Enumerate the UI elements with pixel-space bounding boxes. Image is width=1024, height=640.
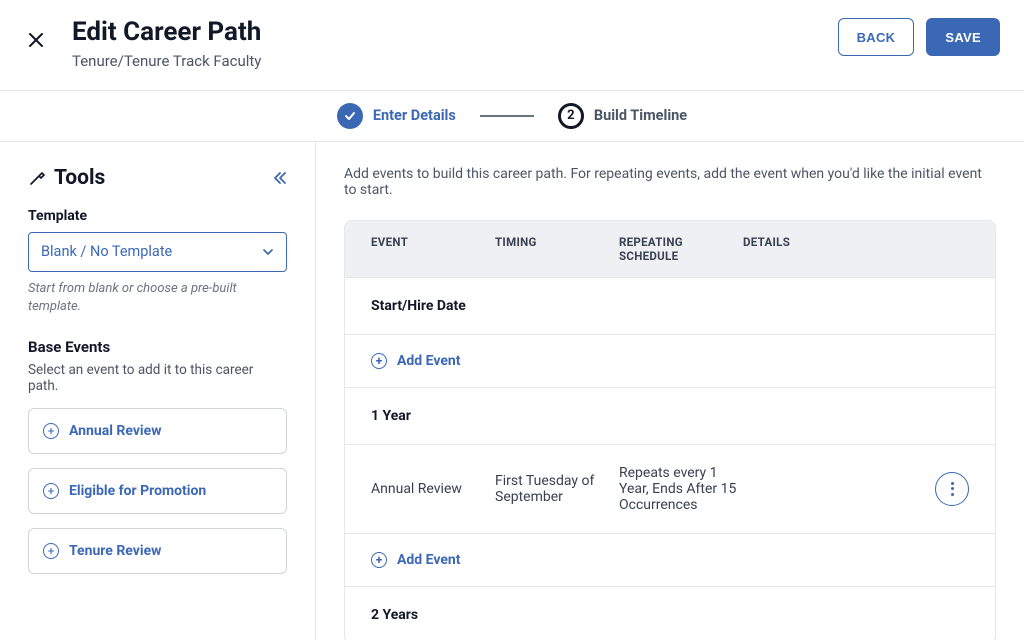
step-enter-details[interactable]: Enter Details	[337, 103, 456, 129]
section-label: Start/Hire Date	[371, 298, 969, 314]
tools-title: Tools	[28, 166, 105, 190]
title-block: Edit Career Path Tenure/Tenure Track Fac…	[72, 18, 838, 70]
plus-circle-icon: +	[371, 552, 387, 568]
base-event-tenure-review[interactable]: + Tenure Review	[28, 528, 287, 574]
step-connector	[480, 115, 534, 117]
template-value: Blank / No Template	[41, 243, 172, 260]
section-label: 1 Year	[371, 408, 969, 424]
section-2-years: 2 Years	[345, 586, 995, 640]
close-button[interactable]	[24, 28, 48, 52]
body: Tools Template Blank / No Template Start…	[0, 142, 1024, 640]
template-select[interactable]: Blank / No Template	[28, 232, 287, 272]
add-event-label: Add Event	[397, 552, 461, 568]
back-button[interactable]: BACK	[838, 18, 915, 56]
col-event: EVENT	[371, 235, 495, 263]
plus-circle-icon: +	[43, 543, 59, 559]
tools-title-text: Tools	[54, 166, 105, 190]
col-schedule: REPEATING SCHEDULE	[619, 235, 743, 263]
step-label: Build Timeline	[594, 107, 687, 124]
page-title: Edit Career Path	[72, 18, 838, 48]
save-button[interactable]: SAVE	[926, 18, 1000, 56]
base-event-label: Annual Review	[69, 423, 161, 439]
instructions: Add events to build this career path. Fo…	[344, 166, 996, 198]
base-events-label: Base Events	[28, 338, 287, 356]
header-actions: BACK SAVE	[838, 18, 1000, 56]
timeline-table: EVENT TIMING REPEATING SCHEDULE DETAILS …	[344, 220, 996, 640]
cell-timing: First Tuesday of September	[495, 473, 619, 505]
col-timing: TIMING	[495, 235, 619, 263]
col-details: DETAILS	[743, 235, 909, 263]
step-build-timeline[interactable]: 2 Build Timeline	[558, 103, 687, 129]
base-event-label: Eligible for Promotion	[69, 483, 206, 499]
collapse-sidebar-button[interactable]	[273, 171, 287, 185]
table-row: Annual Review First Tuesday of September…	[345, 444, 995, 533]
sidebar: Tools Template Blank / No Template Start…	[0, 142, 316, 640]
template-label: Template	[28, 208, 287, 224]
add-event-row[interactable]: + Add Event	[345, 533, 995, 586]
base-event-label: Tenure Review	[69, 543, 161, 559]
section-1-year: 1 Year	[345, 387, 995, 444]
row-actions-button[interactable]	[935, 472, 969, 506]
tools-header: Tools	[28, 166, 287, 190]
cell-schedule: Repeats every 1 Year, Ends After 15 Occu…	[619, 465, 743, 513]
base-event-eligible-for-promotion[interactable]: + Eligible for Promotion	[28, 468, 287, 514]
step-number-icon: 2	[558, 103, 584, 129]
table-header: EVENT TIMING REPEATING SCHEDULE DETAILS	[345, 221, 995, 277]
plus-circle-icon: +	[371, 353, 387, 369]
header: Edit Career Path Tenure/Tenure Track Fac…	[0, 0, 1024, 91]
base-event-annual-review[interactable]: + Annual Review	[28, 408, 287, 454]
tools-icon	[28, 169, 46, 187]
close-icon	[29, 33, 43, 47]
base-events-hint: Select an event to add it to this career…	[28, 362, 287, 394]
cell-event: Annual Review	[371, 481, 495, 497]
step-label: Enter Details	[373, 107, 456, 124]
stepper: Enter Details 2 Build Timeline	[0, 91, 1024, 142]
main: Add events to build this career path. Fo…	[316, 142, 1024, 640]
template-hint: Start from blank or choose a pre-built t…	[28, 280, 287, 316]
add-event-label: Add Event	[397, 353, 461, 369]
chevron-double-left-icon	[273, 171, 287, 185]
section-label: 2 Years	[371, 607, 969, 623]
section-start-hire-date: Start/Hire Date	[345, 277, 995, 334]
plus-circle-icon: +	[43, 483, 59, 499]
chevron-down-icon	[262, 246, 274, 258]
plus-circle-icon: +	[43, 423, 59, 439]
check-icon	[337, 103, 363, 129]
more-vertical-icon	[951, 482, 954, 496]
add-event-row[interactable]: + Add Event	[345, 334, 995, 387]
page-subtitle: Tenure/Tenure Track Faculty	[72, 52, 838, 70]
